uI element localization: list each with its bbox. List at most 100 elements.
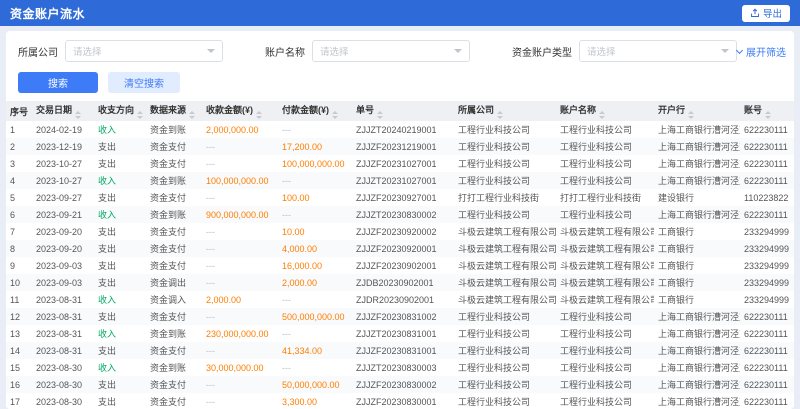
column-header-receipt[interactable]: 收款金额(¥) [202,101,278,121]
cell-payment: 10.00 [278,223,352,240]
cell-order_no: ZJJZF20231027001 [352,155,454,172]
actions-row: 搜索 清空搜索 [6,62,794,101]
column-header-date[interactable]: 交易日期 [32,101,94,121]
cell-account_name: 工程行业科技公司 [556,172,654,189]
sort-icon[interactable] [377,111,383,119]
cell-account_name: 工程行业科技公司 [556,308,654,325]
cell-account_name: 工程行业科技公司 [556,138,654,155]
sort-icon[interactable] [189,111,195,119]
table-row: 42023-10-27收入资金到账100,000,000.00---ZJJZT2… [6,172,794,189]
cell-bank: 建设银行 [654,189,740,206]
cell-company: 斗极云建筑工程有限公司 [454,223,556,240]
cell-company: 斗极云建筑工程有限公司 [454,291,556,308]
filter-company: 所属公司 请选择 [18,40,223,62]
cell-payment: 100,000,000.00 [278,155,352,172]
sort-icon[interactable] [765,111,771,119]
cell-source: 资金支付 [146,342,202,359]
filter-account-name: 账户名称 请选择 [265,40,470,62]
table-row: 92023-09-03支出资金支付---16,000.00ZJJZF202309… [6,257,794,274]
account-type-select[interactable]: 请选择 [579,40,737,62]
column-header-bank[interactable]: 开户行 [654,101,740,121]
cell-company: 斗极云建筑工程有限公司 [454,257,556,274]
cell-payment: --- [278,206,352,223]
cell-order_no: ZJJZT20240219001 [352,121,454,138]
cell-payment: --- [278,325,352,342]
cell-date: 2023-08-30 [32,393,94,409]
sort-icon[interactable] [497,111,503,119]
content-card: 所属公司 请选择 账户名称 请选择 资金账户类型 请选择 展开筛选 搜索 [6,31,794,409]
company-select[interactable]: 请选择 [65,40,223,62]
chevron-down-icon [721,49,729,53]
table-body: 12024-02-19收入资金到账2,000,000.00---ZJJZT202… [6,121,794,409]
transactions-table: 序号交易日期收支方向数据来源收款金额(¥)付款金额(¥)单号所属公司账户名称开户… [6,101,794,409]
sort-icon[interactable] [599,111,605,119]
cell-bank: 上海工商银行漕河泾支行 [654,172,740,189]
sort-icon[interactable] [75,111,81,119]
cell-receipt: --- [202,189,278,206]
cell-source: 资金支付 [146,257,202,274]
expand-filter-link[interactable]: 展开筛选 [737,44,786,59]
cell-receipt: --- [202,393,278,409]
cell-bank: 工商银行 [654,274,740,291]
sort-icon[interactable] [688,111,694,119]
cell-date: 2023-09-20 [32,240,94,257]
cell-account_no: 622230111 [740,359,794,376]
account-name-select[interactable]: 请选择 [312,40,470,62]
sort-icon[interactable] [332,111,338,119]
cell-direction: 收入 [94,121,146,138]
cell-direction: 收入 [94,359,146,376]
column-header-payment[interactable]: 付款金额(¥) [278,101,352,121]
cell-direction: 支出 [94,189,146,206]
account-type-select-placeholder: 请选择 [587,44,616,58]
clear-search-button[interactable]: 清空搜索 [108,72,180,93]
cell-index: 1 [6,121,32,138]
cell-company: 工程行业科技公司 [454,376,556,393]
cell-date: 2023-08-30 [32,359,94,376]
cell-source: 资金支付 [146,308,202,325]
cell-order_no: ZJJZT20230830003 [352,359,454,376]
column-header-source[interactable]: 数据来源 [146,101,202,121]
cell-bank: 工商银行 [654,291,740,308]
cell-index: 12 [6,308,32,325]
cell-order_no: ZJJZF20230831002 [352,308,454,325]
cell-source: 资金到账 [146,121,202,138]
column-label: 收款金额(¥) [206,105,253,115]
cell-direction: 收入 [94,172,146,189]
column-label: 数据来源 [150,105,186,115]
cell-company: 斗极云建筑工程有限公司 [454,240,556,257]
table-row: 82023-09-20支出资金支付---4,000.00ZJJZF2023092… [6,240,794,257]
cell-bank: 工商银行 [654,223,740,240]
page-header: 资金账户流水 导出 [0,0,800,26]
export-button[interactable]: 导出 [742,5,790,22]
cell-direction: 支出 [94,257,146,274]
cell-account_no: 233294999 [740,257,794,274]
cell-company: 工程行业科技公司 [454,172,556,189]
cell-bank: 上海工商银行漕河泾支行 [654,325,740,342]
cell-account_no: 622230111 [740,393,794,409]
cell-date: 2023-09-03 [32,257,94,274]
table-row: 132023-08-31收入资金到账230,000,000.00---ZJJZT… [6,325,794,342]
sort-icon[interactable] [256,111,262,119]
cell-direction: 支出 [94,274,146,291]
table-row: 102023-09-03支出资金调出---2,000.00ZJDB2023090… [6,274,794,291]
sort-icon[interactable] [137,111,143,119]
cell-index: 14 [6,342,32,359]
column-header-direction[interactable]: 收支方向 [94,101,146,121]
cell-payment: 4,000.00 [278,240,352,257]
cell-account_name: 工程行业科技公司 [556,342,654,359]
cell-account_no: 622230111 [740,376,794,393]
cell-date: 2023-09-21 [32,206,94,223]
search-button[interactable]: 搜索 [18,72,98,93]
column-header-company[interactable]: 所属公司 [454,101,556,121]
column-header-account_name[interactable]: 账户名称 [556,101,654,121]
cell-payment: 50,000,000.00 [278,376,352,393]
cell-direction: 支出 [94,240,146,257]
cell-account_name: 工程行业科技公司 [556,206,654,223]
cell-bank: 上海工商银行漕河泾支行 [654,308,740,325]
cell-company: 工程行业科技公司 [454,325,556,342]
cell-company: 工程行业科技公司 [454,393,556,409]
cell-account_no: 622230111 [740,308,794,325]
cell-source: 资金支付 [146,189,202,206]
column-header-order_no[interactable]: 单号 [352,101,454,121]
column-header-account_no[interactable]: 账号 [740,101,794,121]
